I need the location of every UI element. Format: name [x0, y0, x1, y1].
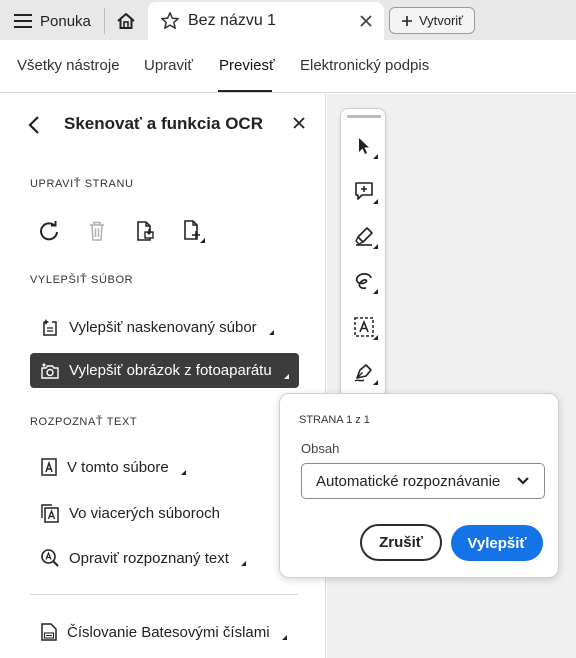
- draw-icon: [355, 273, 372, 290]
- submenu-corner-icon: [281, 635, 287, 640]
- enhance-settings-popup: STRANA 1 z 1 Obsah Automatické rozpoznáv…: [279, 393, 559, 578]
- scan-ocr-panel: Skenovať a funkcia OCR UPRAVIŤ STRANU VY…: [0, 94, 326, 658]
- bates-numbering-item[interactable]: Číslovanie Batesovými číslami: [30, 615, 297, 649]
- sign-icon: [354, 364, 372, 382]
- create-button[interactable]: Vytvoriť: [389, 7, 475, 34]
- add-comment-icon: [355, 182, 373, 200]
- submenu-corner-icon: [240, 561, 246, 566]
- document-tab-title: Bez názvu 1: [188, 12, 277, 29]
- enhance-scan-icon: [43, 319, 57, 336]
- camera-enhance-icon: [41, 362, 59, 379]
- nav-edit[interactable]: Upraviť: [144, 57, 193, 74]
- insert-pages-icon: [184, 220, 205, 243]
- highlight-icon: [355, 227, 373, 246]
- close-panel-icon[interactable]: [292, 116, 306, 130]
- back-arrow-icon[interactable]: [26, 114, 44, 136]
- content-type-select[interactable]: Automatické rozpoznávanie: [301, 463, 545, 499]
- recognize-in-this-file-item[interactable]: V tomto súbore: [30, 450, 196, 484]
- sign-button[interactable]: [349, 357, 379, 387]
- highlight-button[interactable]: [349, 221, 379, 251]
- main-nav: Všetky nástroje Upraviť Previesť Elektro…: [0, 40, 576, 93]
- nav-all-tools[interactable]: Všetky nástroje: [17, 57, 120, 74]
- add-comment-button[interactable]: [349, 176, 379, 206]
- home-button[interactable]: [112, 8, 140, 34]
- select-icon: [359, 138, 369, 154]
- content-type-value: Automatické rozpoznávanie: [316, 472, 501, 490]
- cancel-button[interactable]: Zrušiť: [360, 524, 442, 561]
- section-recognize-text: ROZPOZNAŤ TEXT: [30, 416, 138, 428]
- panel-title: Skenovať a funkcia OCR: [64, 114, 263, 133]
- in-this-file-label: V tomto súbore: [67, 458, 169, 476]
- document-tab[interactable]: Bez názvu 1: [148, 2, 384, 40]
- quick-tools-toolbar: [340, 108, 386, 398]
- multiple-files-label: Vo viacerých súboroch: [69, 504, 220, 522]
- section-enhance-file: VYLEPŠIŤ SÚBOR: [30, 274, 134, 286]
- nav-e-signature[interactable]: Elektronický podpis: [300, 57, 429, 74]
- submenu-corner-icon: [180, 470, 186, 475]
- ocr-document-icon: [41, 458, 57, 476]
- draw-button[interactable]: [349, 266, 379, 296]
- rotate-icon: [40, 221, 58, 241]
- correct-text-label: Opraviť rozpoznaný text: [69, 549, 229, 567]
- correct-recognized-text-item[interactable]: Opraviť rozpoznaný text: [30, 541, 256, 575]
- delete-page-button[interactable]: [84, 218, 110, 244]
- close-tab-icon[interactable]: [358, 13, 374, 29]
- submenu-corner-icon: [283, 374, 289, 379]
- rotate-page-button[interactable]: [36, 218, 62, 244]
- submenu-corner-icon: [268, 330, 274, 335]
- nav-active-indicator: [218, 90, 272, 92]
- enhance-scanned-label: Vylepšiť naskenovaný súbor: [69, 318, 257, 336]
- bates-label: Číslovanie Batesovými číslami: [67, 623, 270, 641]
- plus-icon: [401, 15, 412, 26]
- content-label: Obsah: [301, 441, 340, 456]
- extract-pages-icon: [137, 221, 154, 241]
- edit-page-tools: [36, 218, 206, 244]
- ocr-multiple-files-icon: [41, 504, 59, 523]
- panel-divider: [30, 594, 298, 595]
- enhance-camera-image-item[interactable]: Vylepšiť obrázok z fotoaparátu: [30, 353, 299, 388]
- section-edit-page: UPRAVIŤ STRANU: [30, 178, 134, 190]
- create-label: Vytvoriť: [418, 13, 464, 28]
- recognize-multiple-files-item[interactable]: Vo viacerých súboroch: [30, 496, 230, 530]
- trash-icon: [90, 221, 104, 241]
- bates-number-icon: [41, 623, 57, 641]
- hamburger-icon: [14, 14, 32, 28]
- tab-separator: [104, 8, 105, 34]
- menu-label: Ponuka: [40, 12, 91, 30]
- insert-pages-button[interactable]: [180, 218, 206, 244]
- text-recognize-button[interactable]: [349, 312, 379, 342]
- menu-button[interactable]: Ponuka: [14, 10, 91, 32]
- enhance-scanned-file-item[interactable]: Vylepšiť naskenovaný súbor: [30, 310, 284, 344]
- page-info: STRANA 1 z 1: [299, 414, 370, 426]
- extract-pages-button[interactable]: [132, 218, 158, 244]
- text-recognize-icon: [354, 317, 374, 337]
- panel-header: Skenovať a funkcia OCR: [26, 112, 306, 138]
- toolbar-drag-handle[interactable]: [347, 115, 381, 118]
- chevron-down-icon: [517, 477, 529, 485]
- star-icon[interactable]: [160, 11, 180, 31]
- home-icon: [117, 13, 135, 29]
- enhance-button[interactable]: Vylepšiť: [451, 525, 543, 561]
- tab-bar: Ponuka Bez názvu 1 Vytvoriť: [0, 0, 576, 40]
- nav-convert[interactable]: Previesť: [219, 57, 275, 74]
- enhance-camera-label: Vylepšiť obrázok z fotoaparátu: [69, 362, 272, 379]
- select-tool-button[interactable]: [349, 131, 379, 161]
- search-text-icon: [41, 549, 59, 567]
